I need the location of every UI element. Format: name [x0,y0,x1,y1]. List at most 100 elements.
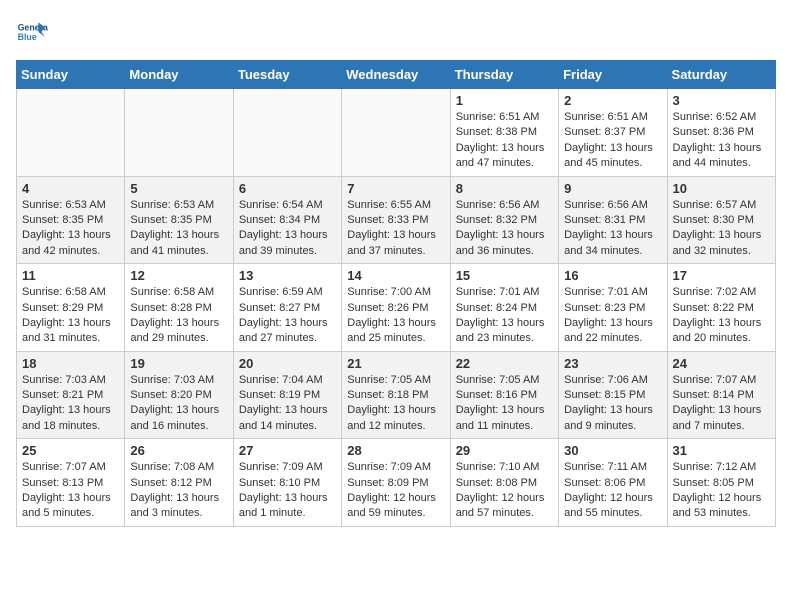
calendar-cell [233,89,341,177]
calendar-cell: 7 Sunrise: 6:55 AM Sunset: 8:33 PM Daylig… [342,176,450,264]
day-info: Sunrise: 7:11 AM Sunset: 8:06 PM Dayligh… [564,460,661,522]
day-info: Sunrise: 6:56 AM Sunset: 8:32 PM Dayligh… [456,198,553,260]
calendar-cell: 6 Sunrise: 6:54 AM Sunset: 8:34 PM Daylig… [233,176,341,264]
day-number: 4 [22,181,119,196]
day-number: 16 [564,268,661,283]
day-info: Sunrise: 7:09 AM Sunset: 8:10 PM Dayligh… [239,460,336,522]
day-number: 29 [456,443,553,458]
day-info: Sunrise: 6:51 AM Sunset: 8:37 PM Dayligh… [564,110,661,172]
svg-text:Blue: Blue [18,32,37,42]
day-info: Sunrise: 6:59 AM Sunset: 8:27 PM Dayligh… [239,285,336,347]
day-number: 2 [564,93,661,108]
day-info: Sunrise: 7:06 AM Sunset: 8:15 PM Dayligh… [564,373,661,435]
logo: General Blue [16,16,52,48]
day-info: Sunrise: 6:53 AM Sunset: 8:35 PM Dayligh… [130,198,227,260]
day-number: 7 [347,181,444,196]
calendar-cell: 30 Sunrise: 7:11 AM Sunset: 8:06 PM Dayli… [559,439,667,527]
day-number: 22 [456,356,553,371]
day-number: 11 [22,268,119,283]
day-info: Sunrise: 6:53 AM Sunset: 8:35 PM Dayligh… [22,198,119,260]
calendar-cell [125,89,233,177]
calendar-cell: 5 Sunrise: 6:53 AM Sunset: 8:35 PM Daylig… [125,176,233,264]
calendar-week-row: 11 Sunrise: 6:58 AM Sunset: 8:29 PM Dayli… [17,264,776,352]
day-number: 9 [564,181,661,196]
day-info: Sunrise: 7:05 AM Sunset: 8:16 PM Dayligh… [456,373,553,435]
calendar-cell: 8 Sunrise: 6:56 AM Sunset: 8:32 PM Daylig… [450,176,558,264]
calendar-cell: 27 Sunrise: 7:09 AM Sunset: 8:10 PM Dayli… [233,439,341,527]
calendar-cell: 19 Sunrise: 7:03 AM Sunset: 8:20 PM Dayli… [125,351,233,439]
day-number: 18 [22,356,119,371]
day-info: Sunrise: 7:02 AM Sunset: 8:22 PM Dayligh… [673,285,770,347]
day-info: Sunrise: 7:08 AM Sunset: 8:12 PM Dayligh… [130,460,227,522]
day-number: 17 [673,268,770,283]
calendar-cell: 15Sunrise: 7:01 AM Sunset: 8:24 PM Dayli… [450,264,558,352]
calendar-cell: 2 Sunrise: 6:51 AM Sunset: 8:37 PM Daylig… [559,89,667,177]
header-saturday: Saturday [667,61,775,89]
day-info: Sunrise: 7:00 AM Sunset: 8:26 PM Dayligh… [347,285,444,347]
header-sunday: Sunday [17,61,125,89]
day-number: 27 [239,443,336,458]
day-info: Sunrise: 6:52 AM Sunset: 8:36 PM Dayligh… [673,110,770,172]
calendar-cell: 22 Sunrise: 7:05 AM Sunset: 8:16 PM Dayli… [450,351,558,439]
day-info: Sunrise: 6:54 AM Sunset: 8:34 PM Dayligh… [239,198,336,260]
calendar-cell: 4 Sunrise: 6:53 AM Sunset: 8:35 PM Daylig… [17,176,125,264]
day-number: 19 [130,356,227,371]
calendar-cell: 18Sunrise: 7:03 AM Sunset: 8:21 PM Dayli… [17,351,125,439]
day-number: 15 [456,268,553,283]
day-info: Sunrise: 7:10 AM Sunset: 8:08 PM Dayligh… [456,460,553,522]
day-number: 28 [347,443,444,458]
day-info: Sunrise: 7:07 AM Sunset: 8:13 PM Dayligh… [22,460,119,522]
calendar-week-row: 1 Sunrise: 6:51 AM Sunset: 8:38 PM Daylig… [17,89,776,177]
day-number: 20 [239,356,336,371]
calendar-cell: 29 Sunrise: 7:10 AM Sunset: 8:08 PM Dayli… [450,439,558,527]
header-friday: Friday [559,61,667,89]
page-header: General Blue [16,16,776,48]
day-info: Sunrise: 7:07 AM Sunset: 8:14 PM Dayligh… [673,373,770,435]
calendar-cell: 12 Sunrise: 6:58 AM Sunset: 8:28 PM Dayli… [125,264,233,352]
calendar-cell: 3 Sunrise: 6:52 AM Sunset: 8:36 PM Daylig… [667,89,775,177]
calendar-cell: 17 Sunrise: 7:02 AM Sunset: 8:22 PM Dayli… [667,264,775,352]
day-info: Sunrise: 6:57 AM Sunset: 8:30 PM Dayligh… [673,198,770,260]
day-info: Sunrise: 7:03 AM Sunset: 8:20 PM Dayligh… [130,373,227,435]
calendar-cell: 14Sunrise: 7:00 AM Sunset: 8:26 PM Dayli… [342,264,450,352]
day-info: Sunrise: 6:58 AM Sunset: 8:29 PM Dayligh… [22,285,119,347]
day-info: Sunrise: 7:12 AM Sunset: 8:05 PM Dayligh… [673,460,770,522]
header-thursday: Thursday [450,61,558,89]
calendar-cell: 20 Sunrise: 7:04 AM Sunset: 8:19 PM Dayli… [233,351,341,439]
day-number: 21 [347,356,444,371]
day-number: 12 [130,268,227,283]
calendar-header-row: SundayMondayTuesdayWednesdayThursdayFrid… [17,61,776,89]
day-info: Sunrise: 7:09 AM Sunset: 8:09 PM Dayligh… [347,460,444,522]
day-number: 26 [130,443,227,458]
day-number: 6 [239,181,336,196]
calendar-cell: 23 Sunrise: 7:06 AM Sunset: 8:15 PM Dayli… [559,351,667,439]
calendar-cell: 25 Sunrise: 7:07 AM Sunset: 8:13 PM Dayli… [17,439,125,527]
calendar-cell: 11 Sunrise: 6:58 AM Sunset: 8:29 PM Dayli… [17,264,125,352]
day-info: Sunrise: 7:04 AM Sunset: 8:19 PM Dayligh… [239,373,336,435]
day-number: 24 [673,356,770,371]
day-number: 10 [673,181,770,196]
day-info: Sunrise: 6:51 AM Sunset: 8:38 PM Dayligh… [456,110,553,172]
day-info: Sunrise: 7:05 AM Sunset: 8:18 PM Dayligh… [347,373,444,435]
day-number: 30 [564,443,661,458]
calendar-week-row: 18Sunrise: 7:03 AM Sunset: 8:21 PM Dayli… [17,351,776,439]
calendar-cell: 21 Sunrise: 7:05 AM Sunset: 8:18 PM Dayli… [342,351,450,439]
day-number: 3 [673,93,770,108]
day-number: 5 [130,181,227,196]
calendar-week-row: 25 Sunrise: 7:07 AM Sunset: 8:13 PM Dayli… [17,439,776,527]
day-number: 8 [456,181,553,196]
calendar-cell: 16 Sunrise: 7:01 AM Sunset: 8:23 PM Dayli… [559,264,667,352]
day-number: 31 [673,443,770,458]
day-number: 25 [22,443,119,458]
logo-icon: General Blue [16,16,48,48]
day-number: 23 [564,356,661,371]
calendar-cell [17,89,125,177]
day-info: Sunrise: 7:01 AM Sunset: 8:23 PM Dayligh… [564,285,661,347]
day-info: Sunrise: 6:58 AM Sunset: 8:28 PM Dayligh… [130,285,227,347]
day-info: Sunrise: 6:55 AM Sunset: 8:33 PM Dayligh… [347,198,444,260]
day-info: Sunrise: 6:56 AM Sunset: 8:31 PM Dayligh… [564,198,661,260]
calendar-cell: 31 Sunrise: 7:12 AM Sunset: 8:05 PM Dayli… [667,439,775,527]
header-tuesday: Tuesday [233,61,341,89]
calendar-cell: 24 Sunrise: 7:07 AM Sunset: 8:14 PM Dayli… [667,351,775,439]
day-number: 1 [456,93,553,108]
